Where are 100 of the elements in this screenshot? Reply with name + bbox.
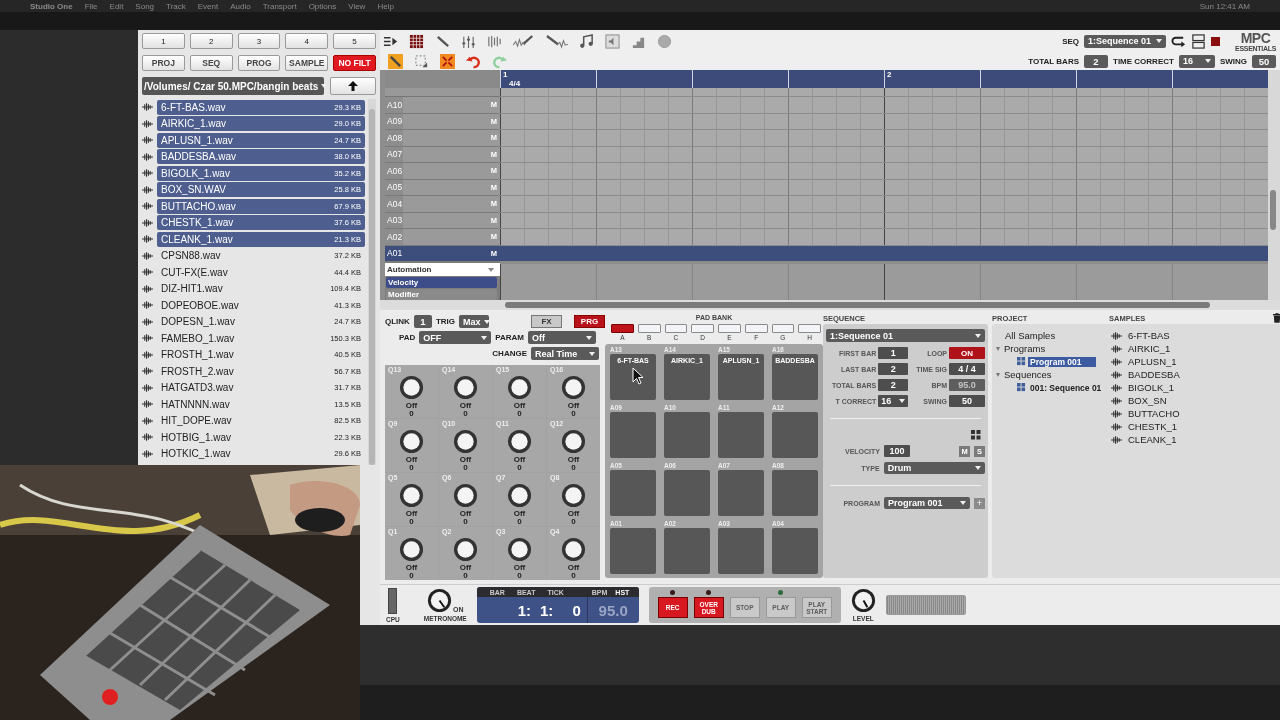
layout-icon[interactable] xyxy=(1191,33,1207,49)
pad-bank-button[interactable] xyxy=(771,324,795,333)
up-folder-button[interactable] xyxy=(330,77,376,95)
knob[interactable] xyxy=(561,375,586,400)
trig-dropdown[interactable]: Max xyxy=(459,315,489,328)
sequence-dropdown[interactable]: 1:Sequence 01 xyxy=(1084,34,1167,48)
stop-icon[interactable] xyxy=(1211,36,1221,46)
program-dropdown[interactable]: Program 001 xyxy=(884,497,970,509)
pencil-wave-icon[interactable] xyxy=(546,33,568,49)
change-dropdown[interactable]: Real Time xyxy=(531,347,599,360)
time-correct-dropdown[interactable]: 16 xyxy=(1178,54,1215,68)
pad-bank-button[interactable] xyxy=(611,324,634,333)
pencil-icon[interactable] xyxy=(388,53,403,69)
sample-item[interactable]: CLEANK_1 xyxy=(1128,434,1177,445)
total-bars-field[interactable]: 2 xyxy=(1084,54,1108,68)
knob[interactable] xyxy=(399,483,424,508)
fx-button[interactable]: FX xyxy=(531,315,562,328)
bank-button[interactable]: 4 xyxy=(285,33,329,49)
menu-item[interactable]: Studio One xyxy=(30,1,73,11)
waveform-icon[interactable] xyxy=(513,33,535,49)
pen-icon[interactable] xyxy=(435,33,450,49)
knob[interactable] xyxy=(453,537,478,562)
pad-bank-button[interactable] xyxy=(664,324,688,333)
field-value[interactable]: 1 xyxy=(878,347,909,359)
knob[interactable] xyxy=(453,375,478,400)
metronome-knob[interactable] xyxy=(426,588,452,613)
automation-lane[interactable]: Velocity xyxy=(386,277,497,288)
knob[interactable] xyxy=(453,483,478,508)
tree-item[interactable]: Sequences xyxy=(1002,369,1054,380)
sample-item[interactable]: 6-FT-BAS xyxy=(1128,330,1170,341)
pad-bank-button[interactable] xyxy=(718,324,741,333)
field-value[interactable]: 4 / 4 xyxy=(949,363,985,375)
zoom-fit-icon[interactable] xyxy=(440,53,455,69)
sample-item[interactable]: BUTTACHO xyxy=(1128,408,1180,419)
knob[interactable] xyxy=(399,375,424,400)
scrollbar[interactable] xyxy=(1268,70,1280,300)
mode-button[interactable]: PROG xyxy=(237,55,281,71)
tree-item[interactable]: All Samples xyxy=(1003,330,1058,341)
sample-item[interactable]: BADDESBA xyxy=(1128,369,1180,380)
menu-item[interactable]: Transport xyxy=(262,1,297,11)
pad-bank-button[interactable] xyxy=(637,324,661,333)
path-dropdown[interactable]: /Volumes/ Czar 50.MPC/bangin beats xyxy=(142,77,324,95)
knob[interactable] xyxy=(561,429,586,454)
knob[interactable] xyxy=(399,537,424,562)
field-value[interactable]: 50 xyxy=(949,395,985,407)
sample-item[interactable]: BIGOLK_1 xyxy=(1128,382,1174,393)
menu-item[interactable]: File xyxy=(84,1,98,11)
velocity-field[interactable]: 100 xyxy=(884,445,910,457)
trash-icon[interactable] xyxy=(1273,313,1280,323)
mode-button[interactable]: SAMPLE xyxy=(285,55,329,71)
menu-item[interactable]: Edit xyxy=(109,1,124,11)
bank-button[interactable]: 3 xyxy=(237,33,281,49)
grid-icon[interactable] xyxy=(971,430,981,440)
field-dropdown[interactable]: 16 xyxy=(878,395,909,407)
loop-toggle[interactable]: ON xyxy=(949,347,985,359)
sample-item[interactable]: APLUSN_1 xyxy=(1128,356,1177,367)
scrollbar[interactable] xyxy=(368,99,376,465)
knob[interactable] xyxy=(507,483,532,508)
knob[interactable] xyxy=(507,375,532,400)
scrollbar[interactable] xyxy=(380,300,1280,310)
bank-button[interactable]: 2 xyxy=(189,33,233,49)
timeline-ruler[interactable]: 1 4/4 2 xyxy=(500,70,1268,88)
bank-button[interactable]: 1 xyxy=(142,33,185,49)
field-value[interactable]: 2 xyxy=(878,379,909,391)
menu-item[interactable]: Options xyxy=(308,1,337,11)
menu-item[interactable]: Song xyxy=(135,1,155,11)
type-dropdown[interactable]: Drum xyxy=(883,462,985,474)
field-value[interactable]: 2 xyxy=(878,363,909,375)
knob[interactable] xyxy=(561,483,586,508)
prg-button[interactable]: PRG xyxy=(574,315,605,328)
swing-field[interactable]: 50 xyxy=(1252,54,1276,68)
param-dropdown[interactable]: Off xyxy=(528,331,597,344)
tree-item[interactable]: Program 001 xyxy=(1028,356,1096,367)
sample-item[interactable]: BOX_SN xyxy=(1128,395,1167,406)
pad-bank-button[interactable] xyxy=(744,324,768,333)
level-knob[interactable] xyxy=(850,588,876,613)
circle-icon[interactable] xyxy=(657,33,672,49)
speaker-icon[interactable] xyxy=(605,33,620,49)
music-note-icon[interactable] xyxy=(579,33,594,49)
knob[interactable] xyxy=(561,537,586,562)
mode-button[interactable]: SEQ xyxy=(189,55,233,71)
selection-icon[interactable] xyxy=(414,53,429,69)
pad-dropdown[interactable]: OFF xyxy=(419,331,492,344)
pad-bank-button[interactable] xyxy=(691,324,714,333)
expand-arrow-icon[interactable] xyxy=(996,372,1000,377)
knob[interactable] xyxy=(507,429,532,454)
bars-icon[interactable] xyxy=(487,33,502,49)
sliders-icon[interactable] xyxy=(461,33,476,49)
automation-dropdown[interactable]: Automation xyxy=(385,263,500,276)
tree-item[interactable]: Programs xyxy=(1002,343,1048,354)
mode-button[interactable]: NO FILT xyxy=(333,55,376,71)
menu-item[interactable]: Track xyxy=(166,1,186,11)
knob[interactable] xyxy=(399,429,424,454)
menu-item[interactable]: Audio xyxy=(230,1,251,11)
tree-item[interactable]: 001: Sequence 01 xyxy=(1028,382,1104,393)
menu-item[interactable]: View xyxy=(348,1,366,11)
mode-button[interactable]: PROJ xyxy=(142,55,185,71)
menu-item[interactable]: Help xyxy=(377,1,394,11)
sample-item[interactable]: CHESTK_1 xyxy=(1128,421,1178,432)
sequence-dropdown[interactable]: 1:Sequence 01 xyxy=(826,329,985,342)
